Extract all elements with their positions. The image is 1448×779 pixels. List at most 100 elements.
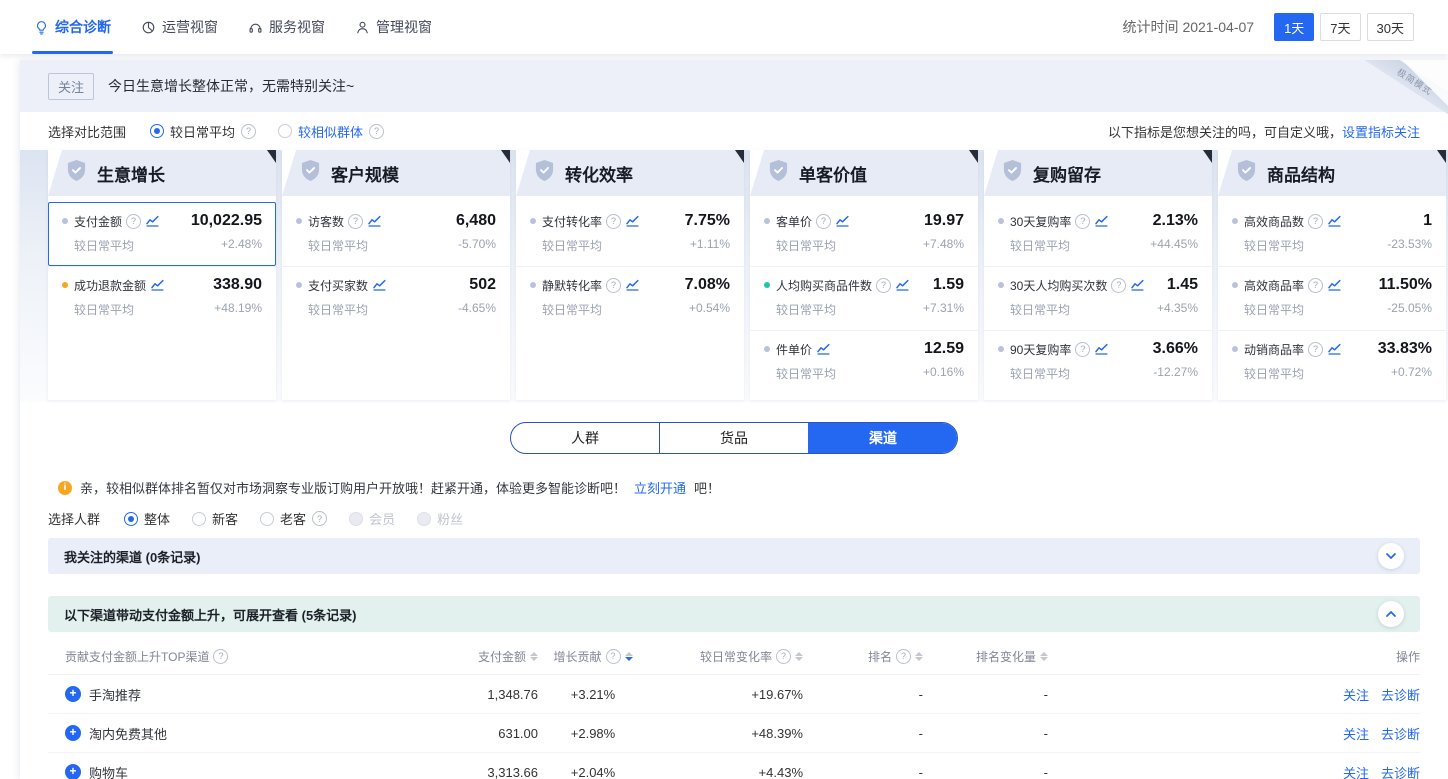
watched-channels-panel[interactable]: 我关注的渠道 (0条记录) [48, 538, 1420, 574]
radio-icon[interactable] [150, 124, 164, 138]
compare-option-较相似群体[interactable]: 较相似群体? [278, 122, 384, 141]
radio-icon[interactable] [278, 124, 292, 138]
help-icon[interactable]: ? [126, 214, 141, 229]
column-header-较日常变化率[interactable]: 较日常变化率? [648, 648, 803, 665]
action-link-关注[interactable]: 关注 [1343, 763, 1369, 779]
help-icon[interactable]: ? [369, 124, 384, 139]
radio-icon [417, 512, 431, 526]
trend-chart-icon[interactable] [1328, 215, 1341, 227]
trend-chart-icon[interactable] [817, 343, 830, 355]
trend-chart-icon[interactable] [368, 215, 381, 227]
crowd-option-新客[interactable]: 新客 [192, 509, 238, 528]
help-icon[interactable]: ? [1075, 214, 1090, 229]
set-metric-watch-link[interactable]: 设置指标关注 [1342, 125, 1420, 140]
trend-chart-icon[interactable] [1095, 215, 1108, 227]
metric-静默转化率[interactable]: 静默转化率 ? 7.08% 较日常平均 +0.54% [516, 266, 744, 330]
help-icon[interactable]: ? [896, 649, 911, 664]
pay-amount-cell: 3,313.66 [438, 765, 538, 779]
help-icon[interactable]: ? [312, 511, 327, 526]
action-link-去诊断[interactable]: 去诊断 [1381, 685, 1420, 704]
crowd-option-老客[interactable]: 老客? [260, 509, 327, 528]
trend-chart-icon[interactable] [151, 279, 164, 291]
metric-高效商品率[interactable]: 高效商品率 ? 11.50% 较日常平均 -25.05% [1218, 266, 1446, 330]
help-icon[interactable]: ? [1308, 278, 1323, 293]
help-icon[interactable]: ? [241, 124, 256, 139]
column-header-增长贡献[interactable]: 增长贡献? [538, 648, 648, 665]
metric-人均购买商品件数[interactable]: 人均购买商品件数 ? 1.59 较日常平均 +7.31% [750, 266, 978, 330]
action-link-去诊断[interactable]: 去诊断 [1381, 724, 1420, 743]
crowd-option-整体[interactable]: 整体 [124, 509, 170, 528]
open-now-link[interactable]: 立刻开通 [634, 478, 686, 497]
range-button-1天[interactable]: 1天 [1274, 13, 1314, 41]
metric-成功退款金额[interactable]: 成功退款金额 338.90 较日常平均 +48.19% [48, 266, 276, 330]
radio-icon[interactable] [260, 512, 274, 526]
trend-chart-icon[interactable] [896, 279, 909, 291]
segment-tab-人群[interactable]: 人群 [511, 423, 659, 453]
tab-management-view[interactable]: 管理视窗 [355, 0, 432, 54]
metric-支付金额[interactable]: 支付金额 ? 10,022.95 较日常平均 +2.48% [48, 202, 276, 266]
metric-90天复购率[interactable]: 90天复购率 ? 3.66% 较日常平均 -12.27% [984, 330, 1212, 394]
trend-chart-icon[interactable] [836, 215, 849, 227]
help-icon[interactable]: ? [1111, 278, 1126, 293]
help-icon[interactable]: ? [776, 649, 791, 664]
trend-chart-icon[interactable] [626, 215, 639, 227]
help-icon[interactable]: ? [348, 214, 363, 229]
rising-channels-panel[interactable]: 以下渠道带动支付金额上升，可展开查看 (5条记录) [48, 596, 1420, 632]
radio-icon[interactable] [124, 512, 138, 526]
help-icon[interactable]: ? [1075, 342, 1090, 357]
metric-动销商品率[interactable]: 动销商品率 ? 33.83% 较日常平均 +0.72% [1218, 330, 1446, 394]
metric-支付买家数[interactable]: 支付买家数 502 较日常平均 -4.65% [282, 266, 510, 330]
column-header-排名[interactable]: 排名? [803, 648, 923, 665]
sort-icon[interactable] [1040, 652, 1048, 661]
action-link-关注[interactable]: 关注 [1343, 724, 1369, 743]
expand-plus-icon[interactable]: + [65, 725, 81, 741]
metric-30天复购率[interactable]: 30天复购率 ? 2.13% 较日常平均 +44.45% [984, 202, 1212, 266]
help-icon[interactable]: ? [1308, 342, 1323, 357]
metric-30天人均购买次数[interactable]: 30天人均购买次数 ? 1.45 较日常平均 +4.35% [984, 266, 1212, 330]
help-icon[interactable]: ? [606, 214, 621, 229]
expand-plus-icon[interactable]: + [65, 764, 81, 779]
metric-客单价[interactable]: 客单价 ? 19.97 较日常平均 +7.48% [750, 202, 978, 266]
column-header-支付金额[interactable]: 支付金额 [438, 648, 538, 665]
trend-chart-icon[interactable] [1131, 279, 1144, 291]
tab-operations-view[interactable]: 运营视窗 [141, 0, 218, 54]
trend-chart-icon[interactable] [1328, 343, 1341, 355]
tab-service-view[interactable]: 服务视窗 [248, 0, 325, 54]
shield-check-icon [1002, 159, 1023, 182]
trend-chart-icon[interactable] [146, 215, 159, 227]
trend-chart-icon[interactable] [1095, 343, 1108, 355]
action-link-关注[interactable]: 关注 [1343, 685, 1369, 704]
radio-icon[interactable] [192, 512, 206, 526]
help-icon[interactable]: ? [816, 214, 831, 229]
help-icon[interactable]: ? [1308, 214, 1323, 229]
help-icon[interactable]: ? [213, 649, 228, 664]
help-icon[interactable]: ? [606, 278, 621, 293]
sort-icon[interactable] [625, 652, 633, 661]
column-header-排名变化量[interactable]: 排名变化量 [923, 648, 1048, 665]
action-link-去诊断[interactable]: 去诊断 [1381, 763, 1420, 779]
range-button-7天[interactable]: 7天 [1320, 13, 1360, 41]
stat-time-label: 统计时间 [1123, 19, 1179, 35]
sort-icon[interactable] [915, 652, 923, 661]
metric-件单价[interactable]: 件单价 12.59 较日常平均 +0.16% [750, 330, 978, 394]
segment-tab-渠道[interactable]: 渠道 [808, 423, 957, 453]
metric-支付转化率[interactable]: 支付转化率 ? 7.75% 较日常平均 +1.11% [516, 202, 744, 266]
trend-chart-icon[interactable] [1328, 279, 1341, 291]
trend-chart-icon[interactable] [373, 279, 386, 291]
metric-高效商品数[interactable]: 高效商品数 ? 1 较日常平均 -23.53% [1218, 202, 1446, 266]
expand-toggle-icon[interactable] [1378, 543, 1404, 569]
segment-tab-货品[interactable]: 货品 [659, 423, 808, 453]
card-header: 单客价值 [750, 150, 978, 196]
sort-icon[interactable] [795, 652, 803, 661]
expand-plus-icon[interactable]: + [65, 686, 81, 702]
metric-访客数[interactable]: 访客数 ? 6,480 较日常平均 -5.70% [282, 202, 510, 266]
help-icon[interactable]: ? [876, 278, 891, 293]
kpi-cards-row: › 生意增长 支付金额 ? 10,022.95 较日常平均 +2.48% 成功退… [20, 150, 1448, 402]
range-button-30天[interactable]: 30天 [1367, 13, 1414, 41]
help-icon[interactable]: ? [606, 649, 621, 664]
compare-option-较日常平均[interactable]: 较日常平均? [150, 122, 256, 141]
trend-chart-icon[interactable] [626, 279, 639, 291]
sort-icon[interactable] [530, 652, 538, 661]
tab-comprehensive-diagnosis[interactable]: 综合诊断 [34, 0, 111, 54]
collapse-toggle-icon[interactable] [1378, 601, 1404, 627]
